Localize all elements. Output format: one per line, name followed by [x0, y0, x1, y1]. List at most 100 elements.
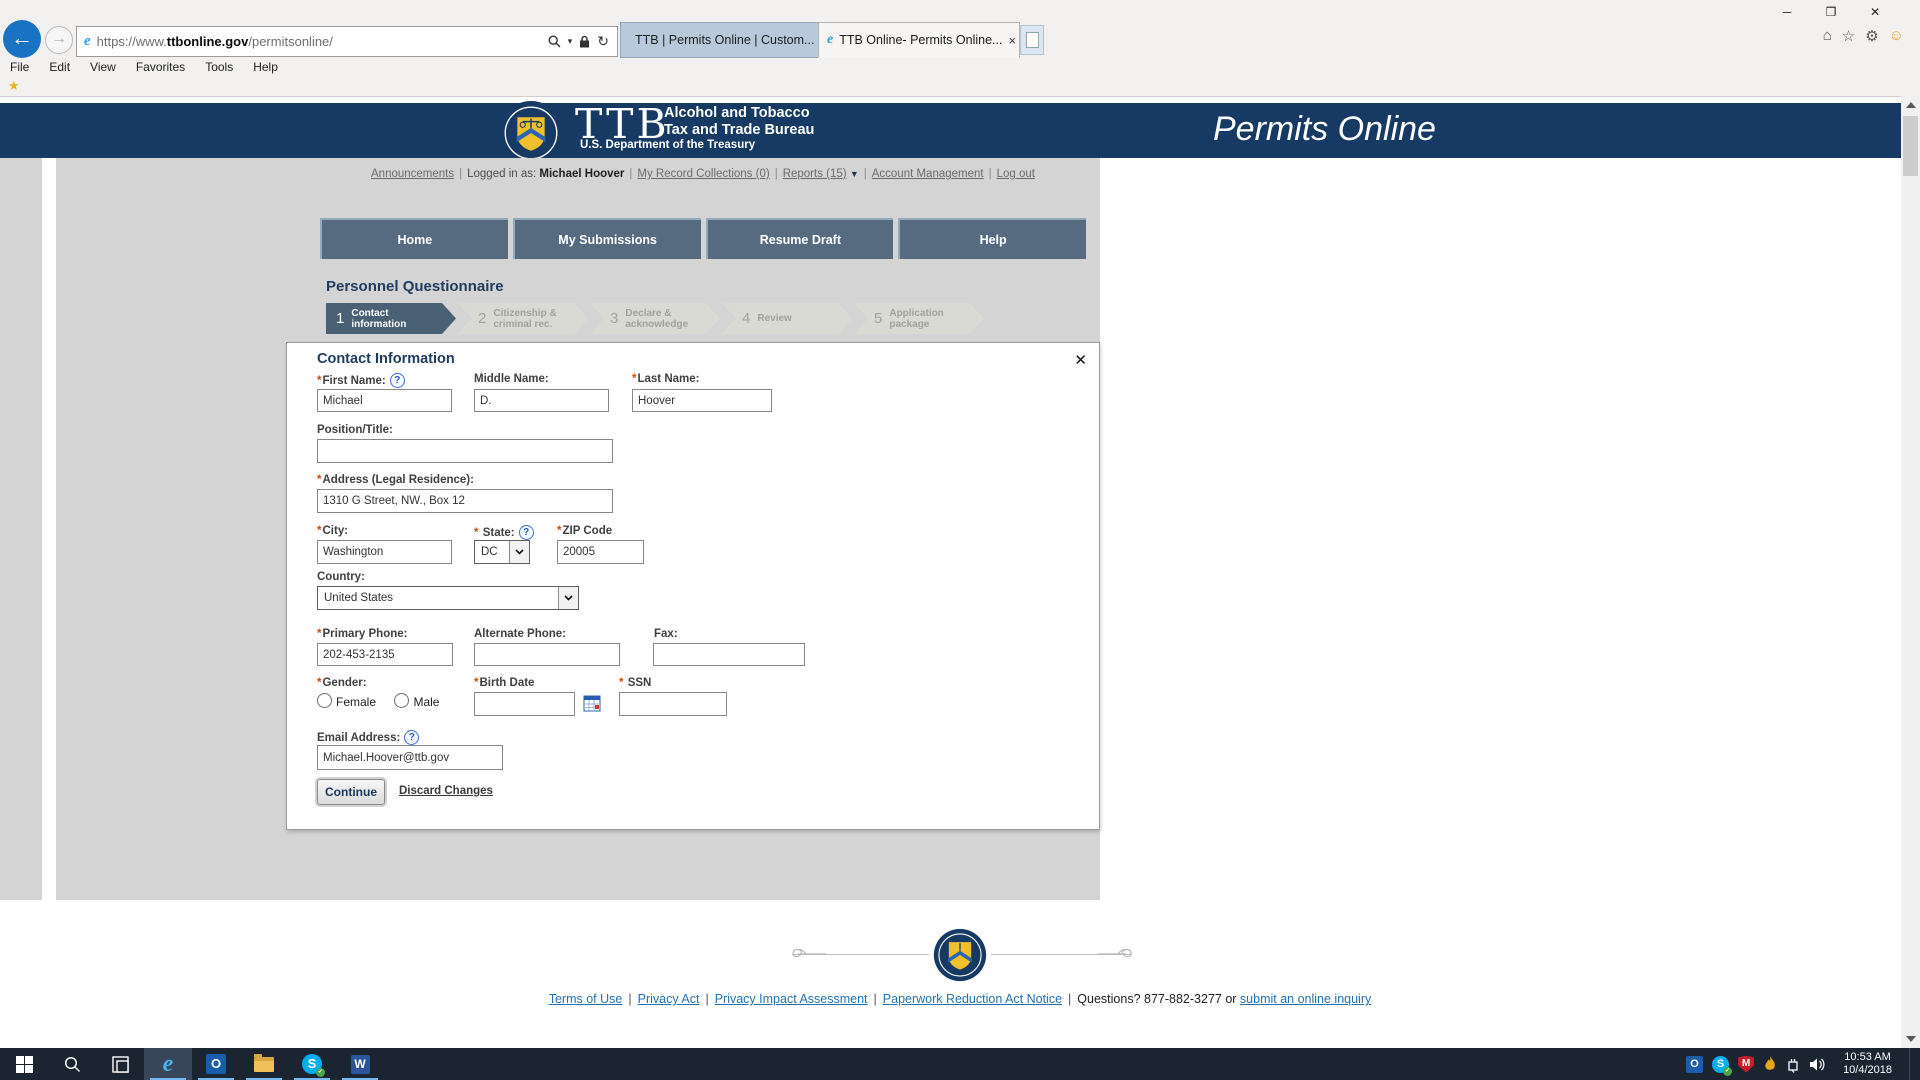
- skype-status-badge: ✓: [316, 1068, 325, 1077]
- treasury-department-label: U.S. Department of the Treasury: [580, 139, 755, 151]
- taskbar-outlook-button[interactable]: O: [192, 1048, 240, 1080]
- task-view-icon: [112, 1056, 129, 1073]
- page-title: Personnel Questionnaire: [326, 278, 504, 295]
- tray-usb-icon[interactable]: [1786, 1056, 1800, 1073]
- continue-button[interactable]: Continue: [317, 779, 385, 805]
- nav-resume-draft-button[interactable]: Resume Draft: [706, 218, 894, 259]
- new-tab-button[interactable]: [1020, 25, 1044, 55]
- last-name-input[interactable]: [632, 389, 772, 412]
- record-collections-link[interactable]: My Record Collections (0): [637, 168, 769, 180]
- tray-volume-icon[interactable]: [1809, 1057, 1826, 1072]
- alternate-phone-input[interactable]: [474, 643, 620, 666]
- menu-favorites[interactable]: Favorites: [126, 58, 195, 77]
- gender-female-option[interactable]: Female: [336, 695, 376, 709]
- dialog-close-icon[interactable]: ✕: [1074, 351, 1087, 369]
- paperwork-reduction-link[interactable]: Paperwork Reduction Act Notice: [883, 992, 1062, 1006]
- tab-close-icon[interactable]: ×: [1008, 33, 1016, 48]
- menu-tools[interactable]: Tools: [195, 58, 243, 77]
- tray-skype-icon[interactable]: S✓: [1712, 1056, 1729, 1073]
- show-desktop-button[interactable]: [1909, 1048, 1914, 1080]
- middle-name-input[interactable]: [474, 389, 609, 412]
- favorites-bar-star-icon[interactable]: ★: [8, 78, 20, 94]
- favorites-star-icon[interactable]: ☆: [1842, 27, 1855, 45]
- search-caret-icon[interactable]: ▾: [568, 36, 573, 47]
- nav-my-submissions-button[interactable]: My Submissions: [513, 218, 701, 259]
- window-restore-button[interactable]: ❐: [1814, 2, 1848, 22]
- menu-edit[interactable]: Edit: [39, 58, 80, 77]
- terms-of-use-link[interactable]: Terms of Use: [549, 992, 623, 1006]
- address-bar[interactable]: e https://www.ttbonline.gov/permitsonlin…: [76, 26, 618, 57]
- scrollbar-thumb[interactable]: [1903, 116, 1918, 176]
- country-select-chevron-icon[interactable]: [558, 587, 578, 609]
- primary-phone-input[interactable]: [317, 643, 453, 666]
- search-icon[interactable]: [548, 35, 561, 48]
- email-help-icon[interactable]: ?: [404, 730, 419, 745]
- nav-help-button[interactable]: Help: [898, 218, 1086, 259]
- search-icon: [64, 1056, 81, 1073]
- taskbar-explorer-button[interactable]: [240, 1048, 288, 1080]
- feedback-smiley-icon[interactable]: ☺: [1889, 27, 1904, 45]
- step-declare-acknowledge: 3 Declare &acknowledge: [590, 303, 720, 334]
- gender-label: *Gender:: [317, 677, 367, 689]
- footer-seal: [933, 928, 987, 982]
- gender-female-radio[interactable]: [317, 693, 332, 708]
- taskbar-skype-button[interactable]: S✓: [288, 1048, 336, 1080]
- log-out-link[interactable]: Log out: [997, 168, 1035, 180]
- tray-flame-icon[interactable]: [1763, 1056, 1777, 1073]
- taskbar-search-button[interactable]: [48, 1048, 96, 1080]
- country-select[interactable]: United States: [317, 586, 579, 610]
- state-help-icon[interactable]: ?: [519, 525, 534, 540]
- fax-input[interactable]: [653, 643, 805, 666]
- scroll-down-icon[interactable]: [1906, 1036, 1916, 1042]
- left-gutter: [0, 158, 42, 900]
- middle-name-label: Middle Name:: [474, 373, 549, 385]
- forward-button[interactable]: →: [45, 26, 73, 54]
- state-select-chevron-icon[interactable]: [509, 541, 529, 563]
- taskbar-clock[interactable]: 10:53 AM 10/4/2018: [1835, 1051, 1900, 1077]
- privacy-impact-link[interactable]: Privacy Impact Assessment: [715, 992, 868, 1006]
- city-label: *City:: [317, 525, 348, 537]
- menu-view[interactable]: View: [80, 58, 126, 77]
- first-name-input[interactable]: [317, 389, 452, 412]
- tab-ttb-permits-online[interactable]: TTB | Permits Online | Custom...: [620, 22, 820, 58]
- nav-home-button[interactable]: Home: [320, 218, 508, 259]
- start-button[interactable]: [0, 1048, 48, 1080]
- window-minimize-button[interactable]: ─: [1770, 2, 1804, 22]
- page-scrollbar[interactable]: [1901, 96, 1920, 1048]
- state-select[interactable]: DC: [474, 540, 530, 564]
- birth-date-input[interactable]: [474, 692, 575, 716]
- tab-ttb-online-active[interactable]: e TTB Online- Permits Online... ×: [818, 22, 1020, 58]
- back-button[interactable]: ←: [3, 20, 41, 58]
- city-input[interactable]: [317, 540, 452, 564]
- reports-dropdown-icon[interactable]: ▼: [850, 169, 859, 179]
- position-title-input[interactable]: [317, 439, 613, 463]
- zip-code-input[interactable]: [557, 540, 644, 564]
- refresh-icon[interactable]: ↻: [597, 33, 609, 50]
- email-input[interactable]: [317, 745, 503, 770]
- tray-mcafee-icon[interactable]: M: [1738, 1056, 1754, 1073]
- first-name-help-icon[interactable]: ?: [390, 373, 405, 388]
- home-icon[interactable]: ⌂: [1823, 27, 1832, 45]
- address-input[interactable]: [317, 489, 613, 513]
- ssn-input[interactable]: [619, 692, 727, 716]
- window-close-button[interactable]: ✕: [1858, 2, 1892, 22]
- discard-changes-link[interactable]: Discard Changes: [399, 785, 493, 797]
- questions-text: Questions? 877-882-3277 or: [1077, 992, 1236, 1006]
- task-view-button[interactable]: [96, 1048, 144, 1080]
- tray-outlook-icon[interactable]: O: [1686, 1056, 1703, 1073]
- scroll-up-icon[interactable]: [1906, 102, 1916, 108]
- gender-male-radio[interactable]: [394, 693, 409, 708]
- menu-file[interactable]: File: [0, 58, 39, 77]
- menu-help[interactable]: Help: [243, 58, 288, 77]
- reports-link[interactable]: Reports (15): [783, 168, 847, 180]
- taskbar-ie-button[interactable]: e: [144, 1048, 192, 1080]
- calendar-icon[interactable]: [583, 694, 601, 717]
- settings-gear-icon[interactable]: ⚙: [1865, 27, 1878, 45]
- privacy-act-link[interactable]: Privacy Act: [638, 992, 700, 1006]
- announcements-link[interactable]: Announcements: [371, 168, 454, 180]
- gender-male-option[interactable]: Male: [413, 695, 439, 709]
- online-inquiry-link[interactable]: submit an online inquiry: [1240, 992, 1371, 1006]
- account-management-link[interactable]: Account Management: [872, 168, 984, 180]
- outlook-icon: O: [206, 1054, 226, 1074]
- taskbar-word-button[interactable]: W: [336, 1048, 384, 1080]
